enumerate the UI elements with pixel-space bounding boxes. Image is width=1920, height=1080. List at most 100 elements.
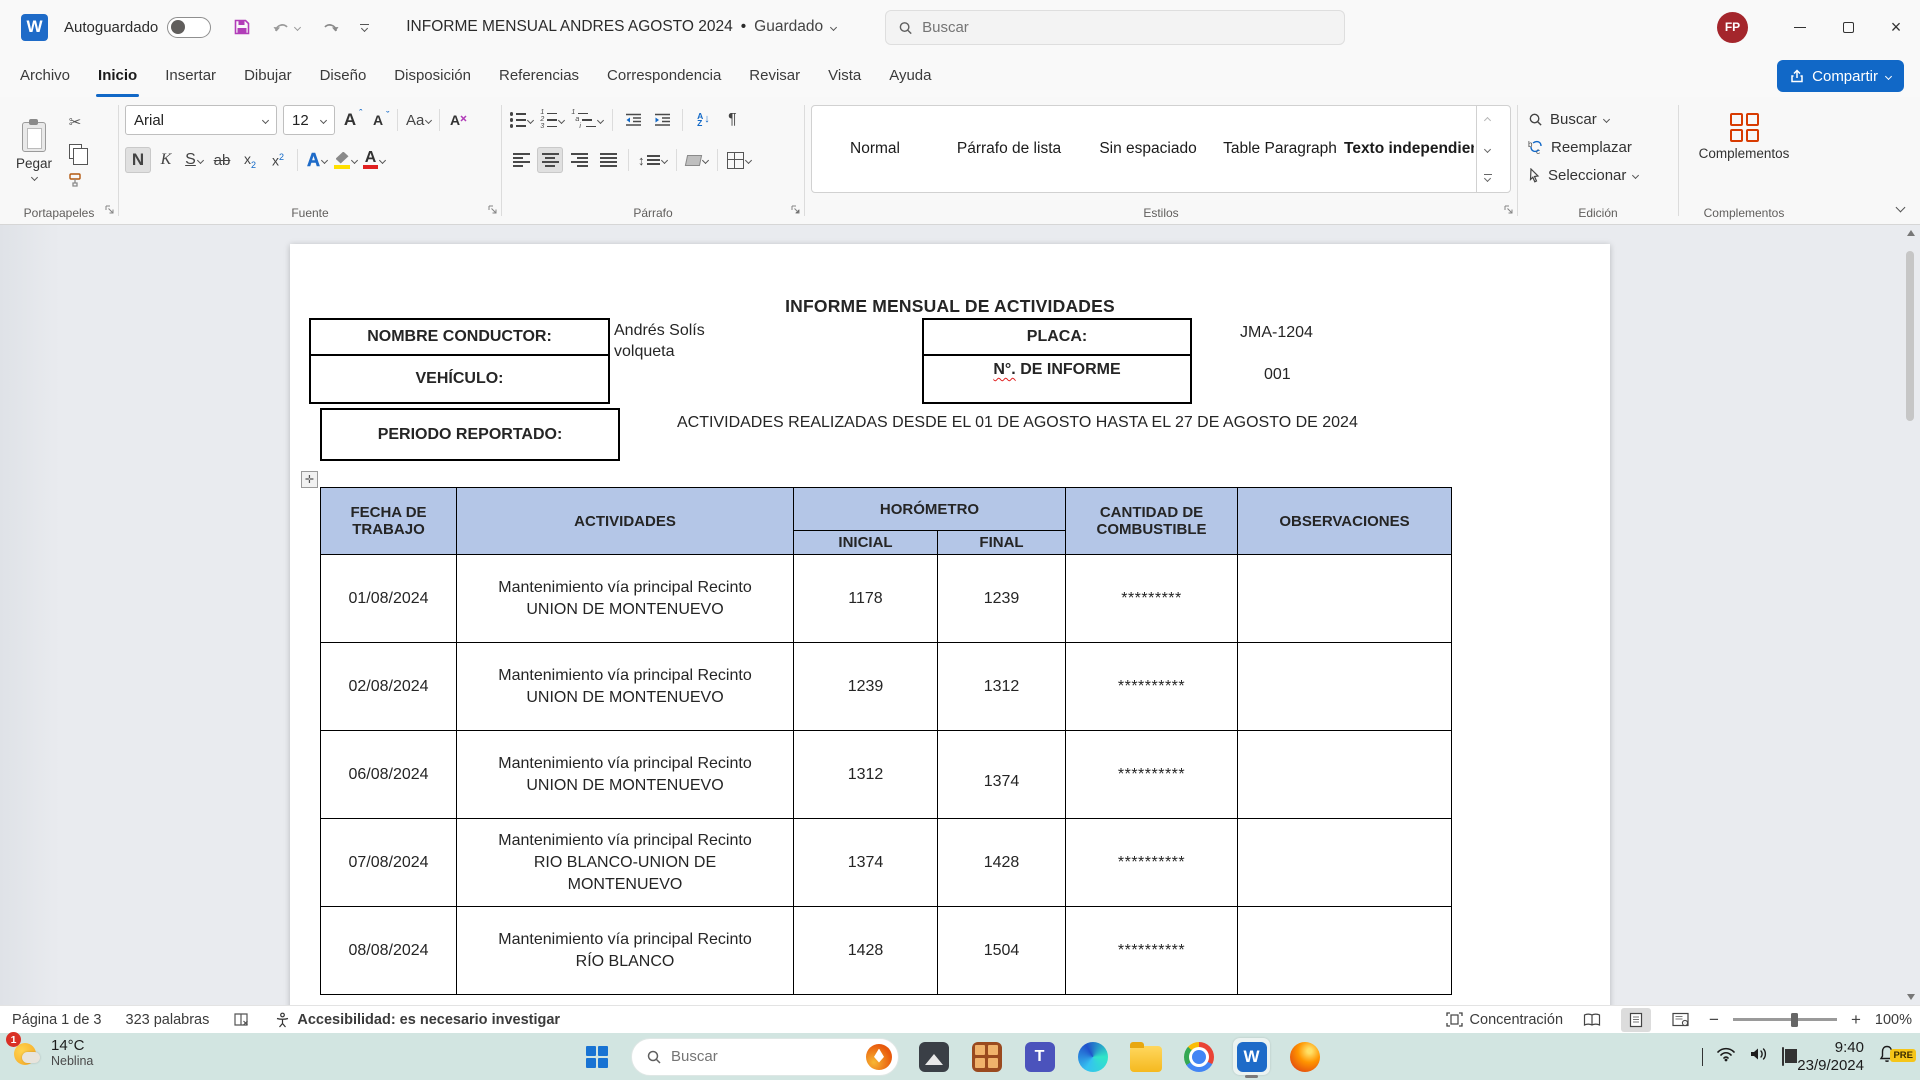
align-center-button[interactable] [537, 147, 563, 173]
zoom-slider-thumb[interactable] [1791, 1013, 1798, 1027]
highlight-button[interactable] [332, 147, 359, 173]
style-normal[interactable]: Normal [812, 140, 938, 158]
font-color-button[interactable]: A [361, 147, 387, 173]
collapse-ribbon-button[interactable] [1897, 198, 1904, 216]
start-button[interactable] [578, 1038, 615, 1075]
numbering-button[interactable] [538, 107, 566, 133]
tab-vista[interactable]: Vista [814, 54, 875, 97]
style-parrafo-de-lista[interactable]: Párrafo de lista [938, 140, 1080, 158]
pinned-app-orange[interactable] [968, 1038, 1005, 1075]
font-dialog-launcher[interactable] [488, 201, 497, 219]
vertical-scrollbar[interactable] [1903, 225, 1918, 1005]
wifi-button[interactable] [1716, 1046, 1736, 1067]
clear-formatting-button[interactable]: A [446, 107, 472, 133]
tray-overflow-button[interactable] [1702, 1048, 1703, 1066]
battery-button[interactable] [1782, 1048, 1784, 1066]
autosave-toggle[interactable] [167, 17, 211, 38]
save-button[interactable] [229, 14, 255, 40]
cut-button[interactable]: ✂ [62, 109, 88, 135]
multilevel-list-button[interactable] [569, 107, 605, 133]
shrink-font-button[interactable]: Aˇ [365, 107, 391, 133]
shading-button[interactable] [684, 147, 710, 173]
copy-button[interactable] [62, 138, 88, 164]
share-button[interactable]: Compartir [1777, 60, 1904, 92]
word-app[interactable]: W [1233, 1038, 1270, 1075]
tab-revisar[interactable]: Revisar [735, 54, 814, 97]
tab-diseno[interactable]: Diseño [306, 54, 381, 97]
read-mode-button[interactable] [1577, 1008, 1607, 1032]
style-sin-espaciado[interactable]: Sin espaciado [1080, 140, 1216, 158]
pinned-app-dark[interactable] [915, 1038, 952, 1075]
paste-button[interactable]: Pegar [6, 103, 62, 199]
undo-button[interactable] [269, 16, 303, 38]
taskbar-search-input[interactable] [671, 1048, 857, 1065]
user-avatar[interactable]: FP [1717, 12, 1748, 43]
accessibility-status-button[interactable]: Accesibilidad: es necesario investigar [275, 1012, 560, 1028]
strikethrough-button[interactable]: ab [209, 147, 235, 173]
align-left-button[interactable] [508, 147, 534, 173]
page-indicator[interactable]: Página 1 de 3 [12, 1012, 102, 1028]
line-spacing-button[interactable]: ↕ [636, 147, 669, 173]
tab-inicio[interactable]: Inicio [84, 54, 151, 97]
document-title-area[interactable]: INFORME MENSUAL ANDRES AGOSTO 2024 • Gua… [406, 18, 836, 36]
font-size-combo[interactable]: 12 [283, 105, 335, 135]
document-page[interactable]: INFORME MENSUAL DE ACTIVIDADES NOMBRE CO… [290, 244, 1610, 1005]
style-texto-independiente[interactable]: Texto independiente [1344, 140, 1474, 158]
zoom-level[interactable]: 100% [1875, 1012, 1912, 1028]
styles-scroll-down-button[interactable] [1477, 135, 1498, 164]
tab-referencias[interactable]: Referencias [485, 54, 593, 97]
italic-button[interactable]: K [153, 147, 179, 173]
customize-quick-access-button[interactable] [357, 21, 372, 34]
word-app-icon[interactable]: W [21, 14, 48, 41]
addins-button[interactable]: Complementos [1685, 113, 1803, 161]
paragraph-dialog-launcher[interactable] [791, 201, 800, 219]
tab-insertar[interactable]: Insertar [151, 54, 230, 97]
zoom-slider[interactable] [1733, 1018, 1837, 1021]
tab-ayuda[interactable]: Ayuda [875, 54, 945, 97]
table-move-handle[interactable]: ✛ [301, 471, 318, 488]
maximize-button[interactable] [1824, 0, 1872, 54]
print-layout-button[interactable] [1621, 1008, 1651, 1032]
align-right-button[interactable] [566, 147, 592, 173]
volume-button[interactable] [1749, 1046, 1769, 1067]
text-effects-button[interactable]: A [304, 147, 330, 173]
borders-button[interactable] [725, 147, 753, 173]
tab-dibujar[interactable]: Dibujar [230, 54, 306, 97]
change-case-button[interactable]: Aa [404, 107, 433, 133]
firefox-app[interactable] [1286, 1038, 1323, 1075]
tab-archivo[interactable]: Archivo [6, 54, 84, 97]
scrollbar-thumb[interactable] [1906, 251, 1914, 421]
teams-app[interactable]: T [1021, 1038, 1058, 1075]
edge-app[interactable] [1074, 1038, 1111, 1075]
chrome-app[interactable] [1180, 1038, 1217, 1075]
increase-indent-button[interactable] [649, 107, 675, 133]
styles-gallery-more-button[interactable] [1477, 163, 1498, 192]
styles-scroll-up-button[interactable] [1477, 106, 1498, 135]
search-input[interactable] [922, 19, 1332, 36]
titlebar-search-box[interactable] [885, 10, 1345, 45]
underline-button[interactable]: S [181, 147, 207, 173]
zoom-in-button[interactable]: + [1851, 1015, 1861, 1025]
clock[interactable]: 9:40 23/9/2024 [1797, 1039, 1864, 1075]
find-button[interactable]: Buscar [1524, 105, 1672, 133]
tab-disposicion[interactable]: Disposición [380, 54, 485, 97]
proofing-status-button[interactable] [233, 1012, 251, 1028]
redo-button[interactable] [317, 16, 343, 38]
file-explorer-app[interactable] [1127, 1038, 1164, 1075]
close-button[interactable]: × [1872, 0, 1920, 54]
word-count[interactable]: 323 palabras [126, 1012, 210, 1028]
grow-font-button[interactable]: Aˆ [337, 107, 363, 133]
sort-button[interactable]: AZ↓ [690, 107, 716, 133]
bold-button[interactable]: N [125, 147, 151, 173]
subscript-button[interactable]: x2 [237, 147, 263, 173]
show-marks-button[interactable]: ¶ [719, 107, 745, 133]
clipboard-dialog-launcher[interactable] [105, 201, 114, 219]
bullets-button[interactable] [508, 107, 535, 133]
taskbar-search-box[interactable] [631, 1038, 899, 1076]
decrease-indent-button[interactable] [620, 107, 646, 133]
replace-button[interactable]: bc Reemplazar [1524, 133, 1672, 161]
justify-button[interactable] [595, 147, 621, 173]
focus-mode-button[interactable]: Concentración [1446, 1012, 1564, 1028]
minimize-button[interactable] [1776, 0, 1824, 54]
tab-correspondencia[interactable]: Correspondencia [593, 54, 735, 97]
